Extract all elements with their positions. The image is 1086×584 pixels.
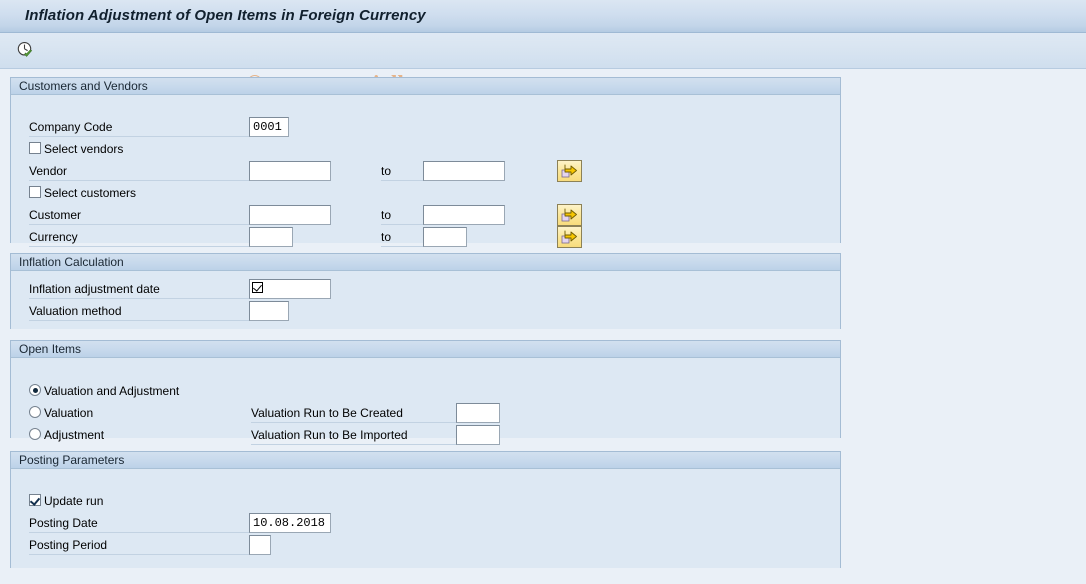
label-valuation-run-to-be-imported: Valuation Run to Be Imported (251, 428, 408, 442)
label-valuation-and-adjustment[interactable]: Valuation and Adjustment (44, 384, 179, 398)
label-inflation-adjustment-date: Inflation adjustment date (29, 282, 160, 296)
checkbox-update-run[interactable] (29, 494, 41, 506)
input-posting-date[interactable]: 10.08.2018 (249, 513, 331, 533)
label-valuation[interactable]: Valuation (44, 406, 93, 420)
radio-valuation[interactable] (29, 406, 41, 418)
input-posting-period[interactable] (249, 535, 271, 555)
label-valuation-run-to-be-created: Valuation Run to Be Created (251, 406, 403, 420)
checkbox-select-customers[interactable] (29, 186, 41, 198)
checkbox-check-glyph-icon (252, 282, 263, 293)
input-vendor-to[interactable] (423, 161, 505, 181)
label-rule (29, 136, 249, 137)
input-currency-from[interactable] (249, 227, 293, 247)
panel-body-customers-and-vendors: Company Code 0001 Select vendors Vendor … (11, 95, 840, 248)
radio-adjustment[interactable] (29, 428, 41, 440)
panel-body-open-items: Valuation and Adjustment Valuation Valua… (11, 358, 840, 445)
yellow-arrow-icon (561, 164, 577, 177)
label-rule (251, 444, 456, 445)
label-rule (29, 554, 249, 555)
label-company-code: Company Code (29, 120, 113, 134)
label-rule (251, 422, 456, 423)
label-rule (29, 180, 249, 181)
input-customer-to[interactable] (423, 205, 505, 225)
panel-header-open-items: Open Items (11, 341, 840, 358)
input-company-code[interactable]: 0001 (249, 117, 289, 137)
label-rule (29, 532, 249, 533)
label-valuation-method: Valuation method (29, 304, 122, 318)
checkbox-select-vendors[interactable] (29, 142, 41, 154)
panel-title-posting-parameters: Posting Parameters (19, 453, 125, 467)
multi-select-customer-button[interactable] (557, 204, 582, 226)
label-customer-to: to (381, 208, 392, 222)
label-rule (29, 320, 249, 321)
panel-header-inflation-calculation: Inflation Calculation (11, 254, 840, 271)
input-valuation-method[interactable] (249, 301, 289, 321)
panel-header-customers-and-vendors: Customers and Vendors (11, 78, 840, 95)
label-currency: Currency (29, 230, 78, 244)
label-rule (29, 224, 249, 225)
label-rule (381, 224, 423, 225)
label-customer: Customer (29, 208, 82, 222)
label-vendor-to: to (381, 164, 392, 178)
panel-body-posting-parameters: Update run Posting Date 10.08.2018 Posti… (11, 469, 840, 568)
label-adjustment[interactable]: Adjustment (44, 428, 104, 442)
label-rule (29, 246, 249, 247)
multi-select-currency-button[interactable] (557, 226, 582, 248)
multi-select-vendor-button[interactable] (557, 160, 582, 182)
panel-posting-parameters: Posting Parameters Update run Posting Da… (10, 451, 841, 568)
application-toolbar: © www.tutorialkart.com (0, 33, 1086, 96)
label-select-customers[interactable]: Select customers (44, 186, 136, 200)
sap-transaction-screen: Inflation Adjustment of Open Items in Fo… (0, 0, 1086, 584)
panel-customers-and-vendors: Customers and Vendors Company Code 0001 … (10, 77, 841, 248)
input-customer-from[interactable] (249, 205, 331, 225)
panel-title-open-items: Open Items (19, 342, 82, 356)
input-currency-to[interactable] (423, 227, 467, 247)
label-currency-to: to (381, 230, 392, 244)
panel-open-items: Open Items Valuation and Adjustment Valu… (10, 340, 841, 445)
input-valuation-run-to-be-created[interactable] (456, 403, 500, 423)
label-posting-period: Posting Period (29, 538, 108, 552)
label-vendor: Vendor (29, 164, 68, 178)
input-vendor-from[interactable] (249, 161, 331, 181)
label-rule (381, 180, 423, 181)
label-update-run[interactable]: Update run (44, 494, 103, 508)
clock-check-icon (17, 42, 33, 57)
panel-title-customers-and-vendors: Customers and Vendors (19, 79, 148, 93)
label-posting-date: Posting Date (29, 516, 98, 530)
panel-title-inflation-calculation: Inflation Calculation (19, 255, 124, 269)
label-select-vendors[interactable]: Select vendors (44, 142, 123, 156)
execute-button[interactable] (10, 36, 40, 64)
panel-body-inflation-calculation: Inflation adjustment date Valuation meth… (11, 271, 840, 329)
yellow-arrow-icon (561, 230, 577, 243)
panel-inflation-calculation: Inflation Calculation Inflation adjustme… (10, 253, 841, 329)
yellow-arrow-icon (561, 208, 577, 221)
label-rule (29, 298, 249, 299)
panel-header-posting-parameters: Posting Parameters (11, 452, 840, 469)
label-rule (381, 246, 423, 247)
input-valuation-run-to-be-imported[interactable] (456, 425, 500, 445)
page-title: Inflation Adjustment of Open Items in Fo… (25, 7, 426, 24)
window-title-bar: Inflation Adjustment of Open Items in Fo… (0, 0, 1086, 33)
radio-valuation-and-adjustment[interactable] (29, 384, 41, 396)
